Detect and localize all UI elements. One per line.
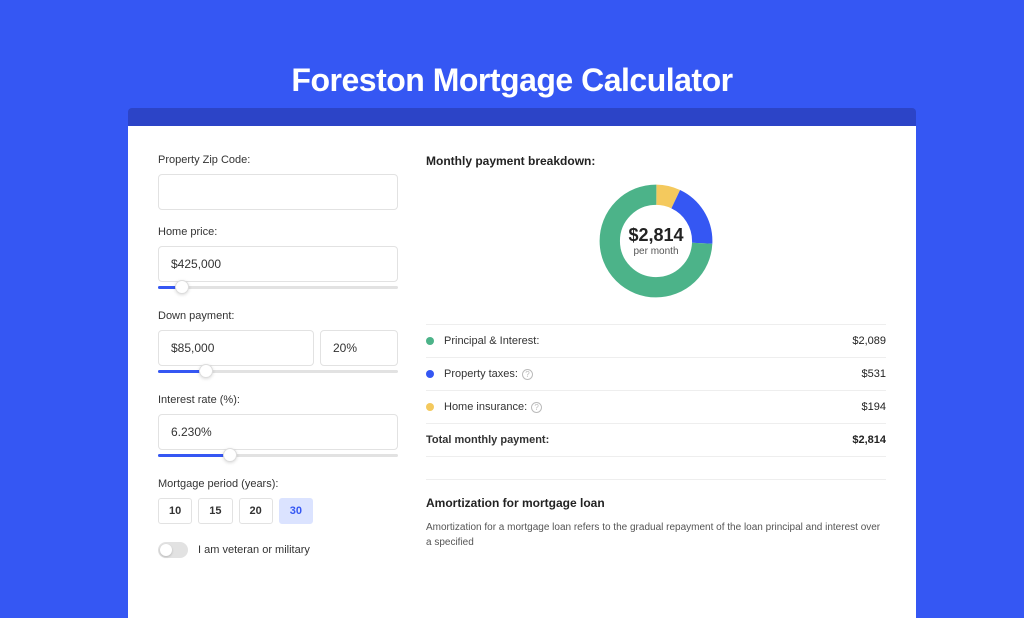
- calculator-card: Property Zip Code: Home price: Down paym…: [128, 126, 916, 618]
- donut-center: $2,814 per month: [595, 180, 717, 302]
- slider-thumb[interactable]: [175, 280, 189, 294]
- slider-thumb[interactable]: [199, 364, 213, 378]
- price-input[interactable]: [158, 246, 398, 282]
- page-root: Foreston Mortgage Calculator Property Zi…: [0, 0, 1024, 512]
- dot-icon: [426, 337, 434, 345]
- legend-label: Principal & Interest:: [444, 335, 852, 347]
- rate-label: Interest rate (%):: [158, 394, 398, 406]
- slider-track: [158, 286, 398, 289]
- breakdown-heading: Monthly payment breakdown:: [426, 154, 886, 168]
- veteran-toggle-row: I am veteran or military: [158, 542, 398, 558]
- legend-value: $2,089: [852, 335, 886, 347]
- period-btn-30[interactable]: 30: [279, 498, 313, 524]
- down-pct-input[interactable]: [320, 330, 398, 366]
- period-btn-10[interactable]: 10: [158, 498, 192, 524]
- rate-slider[interactable]: [158, 452, 398, 464]
- legend-value: $194: [862, 401, 886, 413]
- legend-label: Property taxes: ?: [444, 368, 862, 380]
- price-slider[interactable]: [158, 284, 398, 296]
- veteran-toggle[interactable]: [158, 542, 188, 558]
- breakdown-column: Monthly payment breakdown: $2,814 per mo…: [426, 154, 886, 558]
- donut-sub: per month: [633, 246, 678, 257]
- legend-row-taxes: Property taxes: ? $531: [426, 358, 886, 391]
- form-column: Property Zip Code: Home price: Down paym…: [158, 154, 398, 558]
- period-label: Mortgage period (years):: [158, 478, 398, 490]
- legend-total-value: $2,814: [852, 434, 886, 446]
- legend-row-principal: Principal & Interest: $2,089: [426, 325, 886, 358]
- legend-row-insurance: Home insurance: ? $194: [426, 391, 886, 424]
- period-btn-15[interactable]: 15: [198, 498, 232, 524]
- price-label: Home price:: [158, 226, 398, 238]
- info-icon[interactable]: ?: [522, 369, 533, 380]
- down-slider[interactable]: [158, 368, 398, 380]
- down-label: Down payment:: [158, 310, 398, 322]
- legend-text: Home insurance:: [444, 401, 527, 413]
- legend-label: Home insurance: ?: [444, 401, 862, 413]
- info-icon[interactable]: ?: [531, 402, 542, 413]
- legend-total-label: Total monthly payment:: [426, 434, 852, 446]
- amortization-heading: Amortization for mortgage loan: [426, 496, 886, 510]
- veteran-label: I am veteran or military: [198, 544, 310, 556]
- donut-amount: $2,814: [628, 225, 683, 246]
- donut-wrap: $2,814 per month: [426, 180, 886, 302]
- legend-text: Property taxes:: [444, 368, 518, 380]
- period-btn-20[interactable]: 20: [239, 498, 273, 524]
- page-title: Foreston Mortgage Calculator: [0, 0, 1024, 99]
- card-shadow-wrap: Property Zip Code: Home price: Down paym…: [128, 108, 916, 618]
- rate-input[interactable]: [158, 414, 398, 450]
- dot-icon: [426, 370, 434, 378]
- zip-label: Property Zip Code:: [158, 154, 398, 166]
- down-row: [158, 330, 398, 368]
- legend: Principal & Interest: $2,089 Property ta…: [426, 324, 886, 457]
- down-amount-input[interactable]: [158, 330, 314, 366]
- zip-input[interactable]: [158, 174, 398, 210]
- amortization-section: Amortization for mortgage loan Amortizat…: [426, 479, 886, 550]
- amortization-text: Amortization for a mortgage loan refers …: [426, 520, 886, 550]
- slider-fill: [158, 454, 230, 457]
- donut-chart: $2,814 per month: [595, 180, 717, 302]
- dot-icon: [426, 403, 434, 411]
- period-buttons: 10 15 20 30: [158, 498, 398, 524]
- legend-value: $531: [862, 368, 886, 380]
- legend-text: Principal & Interest:: [444, 335, 539, 347]
- legend-row-total: Total monthly payment: $2,814: [426, 424, 886, 457]
- slider-thumb[interactable]: [223, 448, 237, 462]
